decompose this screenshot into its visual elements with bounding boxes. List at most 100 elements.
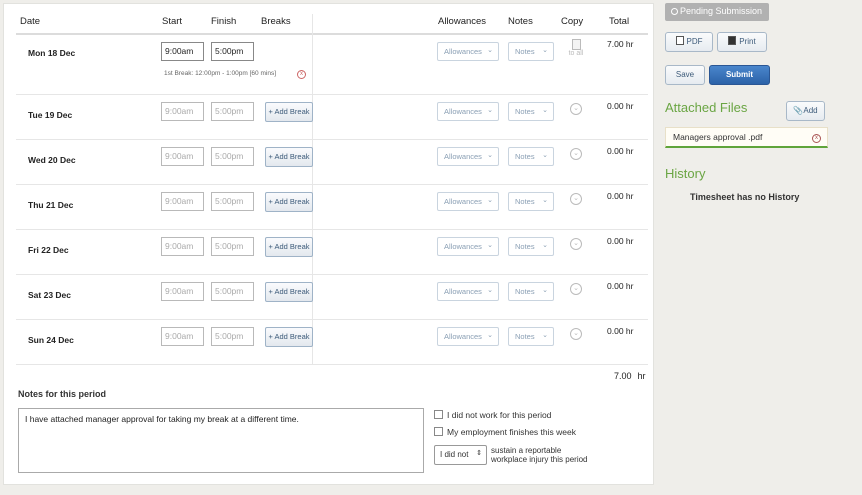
col-copy: Copy bbox=[561, 16, 584, 27]
start-time-input[interactable]: 9:00am bbox=[161, 102, 204, 121]
finish-time-input[interactable]: 5:00pm bbox=[211, 147, 254, 166]
row-day: Wed 20 Dec bbox=[28, 155, 76, 165]
finish-time-input[interactable]: 5:00pm bbox=[211, 102, 254, 121]
no-history-text: Timesheet has no History bbox=[690, 192, 800, 202]
allowances-label: Allowances bbox=[444, 197, 482, 206]
save-button[interactable]: Save bbox=[665, 65, 705, 85]
col-breaks: Breaks bbox=[261, 16, 291, 27]
checkbox-icon bbox=[434, 410, 443, 419]
printer-icon bbox=[728, 36, 737, 45]
employment-finishes-checkbox[interactable]: My employment finishes this week bbox=[434, 427, 576, 437]
allowances-dropdown[interactable]: Allowances ⌄ bbox=[437, 147, 499, 166]
notes-dropdown[interactable]: Notes ⌄ bbox=[508, 327, 554, 346]
history-title: History bbox=[665, 166, 706, 181]
did-not-work-checkbox[interactable]: I did not work for this period bbox=[434, 410, 551, 420]
copy-down-icon[interactable]: ⌄ bbox=[570, 193, 582, 205]
finish-time-input[interactable]: 5:00pm bbox=[211, 192, 254, 211]
allowances-label: Allowances bbox=[444, 47, 482, 56]
document-icon bbox=[675, 36, 684, 45]
start-time-input[interactable]: 9:00am bbox=[161, 147, 204, 166]
notes-dropdown[interactable]: Notes ⌄ bbox=[508, 237, 554, 256]
row-total: 0.00 hr bbox=[607, 191, 634, 201]
col-allowances: Allowances bbox=[438, 16, 487, 27]
finish-time-input[interactable]: 5:00pm bbox=[211, 237, 254, 256]
status-badge: Pending Submission bbox=[665, 3, 769, 21]
notes-label: Notes bbox=[515, 242, 535, 251]
status-label: Pending Submission bbox=[680, 6, 763, 16]
notes-dropdown[interactable]: Notes ⌄ bbox=[508, 102, 554, 121]
copy-down-icon[interactable]: ⌄ bbox=[570, 148, 582, 160]
copy-to-all-button[interactable]: to all bbox=[566, 39, 586, 57]
pdf-button[interactable]: PDF bbox=[665, 32, 713, 52]
submit-button[interactable]: Submit bbox=[709, 65, 770, 85]
add-file-button[interactable]: 📎Add bbox=[786, 101, 825, 121]
remove-file-icon[interactable]: x bbox=[812, 134, 821, 143]
grand-total-value: 7.00 bbox=[614, 371, 632, 381]
chevron-down-icon: ⌄ bbox=[487, 242, 493, 249]
pdf-label: PDF bbox=[686, 37, 703, 46]
table-row: Thu 21 Dec 9:00am 5:00pm + Add Break All… bbox=[16, 185, 648, 230]
add-break-button[interactable]: + Add Break bbox=[265, 147, 313, 167]
chevron-down-icon: ⌄ bbox=[487, 47, 493, 54]
allowances-dropdown[interactable]: Allowances ⌄ bbox=[437, 102, 499, 121]
copy-down-icon[interactable]: ⌄ bbox=[570, 328, 582, 340]
start-time-input[interactable]: 9:00am bbox=[161, 282, 204, 301]
start-time-input[interactable]: 9:00am bbox=[161, 237, 204, 256]
add-break-button[interactable]: + Add Break bbox=[265, 327, 313, 347]
finish-time-input[interactable]: 5:00pm bbox=[211, 42, 254, 61]
injury-label-line1: sustain a reportable bbox=[491, 446, 562, 455]
row-day: Sat 23 Dec bbox=[28, 290, 71, 300]
copy-to-all-label: to all bbox=[568, 50, 584, 57]
period-notes-textarea[interactable]: I have attached manager approval for tak… bbox=[18, 408, 424, 473]
injury-label: sustain a reportable workplace injury thi… bbox=[491, 446, 588, 464]
file-name: Managers approval .pdf bbox=[673, 132, 763, 142]
finish-time-input[interactable]: 5:00pm bbox=[211, 282, 254, 301]
print-button[interactable]: Print bbox=[717, 32, 767, 52]
chevron-down-icon: ⌄ bbox=[542, 242, 548, 249]
remove-break-icon[interactable]: x bbox=[297, 70, 306, 79]
allowances-label: Allowances bbox=[444, 287, 482, 296]
copy-down-icon[interactable]: ⌄ bbox=[570, 238, 582, 250]
allowances-label: Allowances bbox=[444, 332, 482, 341]
row-total: 7.00 hr bbox=[607, 39, 634, 49]
attached-file[interactable]: Managers approval .pdf x bbox=[665, 127, 828, 148]
table-row: Sun 24 Dec 9:00am 5:00pm + Add Break All… bbox=[16, 320, 648, 365]
start-time-input[interactable]: 9:00am bbox=[161, 192, 204, 211]
table-row: Fri 22 Dec 9:00am 5:00pm + Add Break All… bbox=[16, 230, 648, 275]
start-time-input[interactable]: 9:00am bbox=[161, 42, 204, 61]
allowances-dropdown[interactable]: Allowances ⌄ bbox=[437, 327, 499, 346]
row-day: Fri 22 Dec bbox=[28, 245, 69, 255]
add-break-button[interactable]: + Add Break bbox=[265, 192, 313, 212]
allowances-dropdown[interactable]: Allowances ⌄ bbox=[437, 42, 499, 61]
allowances-dropdown[interactable]: Allowances ⌄ bbox=[437, 282, 499, 301]
allowances-label: Allowances bbox=[444, 242, 482, 251]
table-row: Tue 19 Dec 9:00am 5:00pm + Add Break All… bbox=[16, 95, 648, 140]
finish-time-input[interactable]: 5:00pm bbox=[211, 327, 254, 346]
print-label: Print bbox=[739, 37, 756, 46]
start-time-input[interactable]: 9:00am bbox=[161, 327, 204, 346]
add-break-button[interactable]: + Add Break bbox=[265, 282, 313, 302]
notes-dropdown[interactable]: Notes ⌄ bbox=[508, 42, 554, 61]
chevron-down-icon: ⌄ bbox=[487, 332, 493, 339]
allowances-dropdown[interactable]: Allowances ⌄ bbox=[437, 192, 499, 211]
table-row: Wed 20 Dec 9:00am 5:00pm + Add Break All… bbox=[16, 140, 648, 185]
copy-icon bbox=[571, 39, 581, 50]
add-break-button[interactable]: + Add Break bbox=[265, 237, 313, 257]
notes-dropdown[interactable]: Notes ⌄ bbox=[508, 192, 554, 211]
notes-dropdown[interactable]: Notes ⌄ bbox=[508, 147, 554, 166]
notes-dropdown[interactable]: Notes ⌄ bbox=[508, 282, 554, 301]
allowances-dropdown[interactable]: Allowances ⌄ bbox=[437, 237, 499, 256]
injury-select[interactable]: I did not ⇕ bbox=[434, 445, 487, 465]
chevron-down-icon: ⌄ bbox=[542, 47, 548, 54]
copy-down-icon[interactable]: ⌄ bbox=[570, 103, 582, 115]
row-total: 0.00 hr bbox=[607, 101, 634, 111]
timesheet-panel: Date Start Finish Breaks Allowances Note… bbox=[3, 3, 654, 485]
add-break-button[interactable]: + Add Break bbox=[265, 102, 313, 122]
chevron-down-icon: ⌄ bbox=[487, 197, 493, 204]
chevron-down-icon: ⌄ bbox=[487, 287, 493, 294]
copy-down-icon[interactable]: ⌄ bbox=[570, 283, 582, 295]
col-date: Date bbox=[20, 16, 41, 27]
grand-total: 7.00 hr bbox=[614, 371, 646, 381]
injury-select-value: I did not bbox=[440, 450, 469, 459]
attached-files-title: Attached Files bbox=[665, 100, 748, 115]
